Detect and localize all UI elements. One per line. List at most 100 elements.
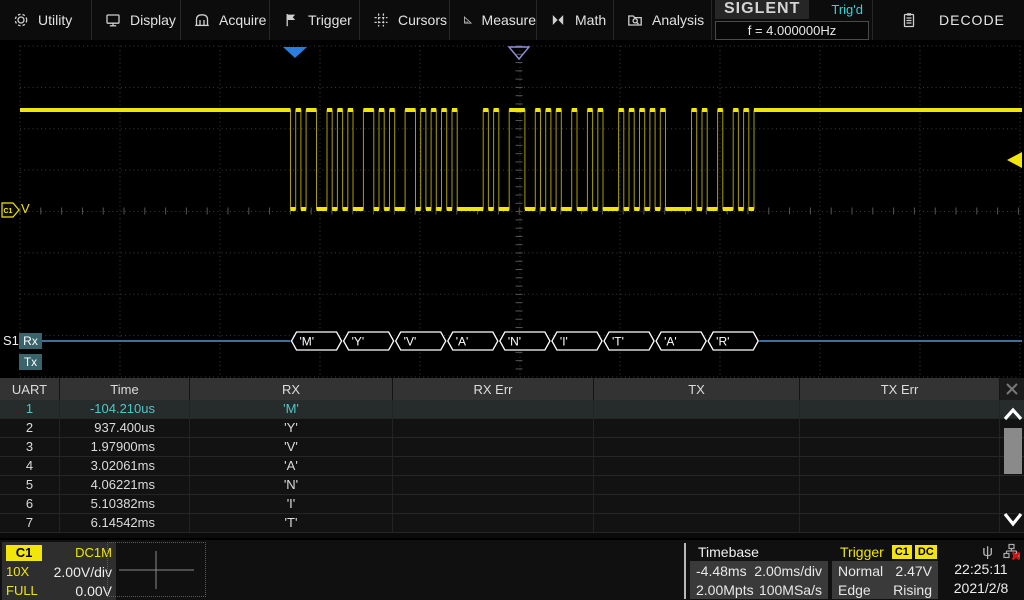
- menu-item-analysis[interactable]: Analysis: [614, 0, 712, 40]
- table-cell: 'M': [190, 400, 393, 418]
- decode-title: DECODE: [939, 12, 1005, 28]
- table-cell: 7: [0, 514, 60, 532]
- table-cell: 4.06221ms: [60, 476, 190, 494]
- table-cell: [800, 438, 1000, 456]
- table-cell: 'I': [190, 495, 393, 513]
- menu-item-display[interactable]: Display: [92, 0, 181, 40]
- menu-label: Trigger: [308, 12, 352, 28]
- menu-item-cursors[interactable]: Cursors: [360, 0, 450, 40]
- table-cell: 'T': [190, 514, 393, 532]
- delay-reference-marker[interactable]: [509, 47, 529, 59]
- close-icon: [1005, 382, 1019, 396]
- usb-icon: ψ: [982, 544, 993, 559]
- table-row[interactable]: 65.10382ms'I': [0, 495, 1024, 514]
- table-cell: 5.10382ms: [60, 495, 190, 513]
- panel-divider: [684, 543, 686, 599]
- date-display: 2021/2/8: [940, 579, 1022, 598]
- column-header-rx: RX: [190, 378, 393, 400]
- decode-box-label: 'I': [560, 335, 568, 349]
- flag-icon: [283, 12, 299, 28]
- siglent-logo: SIGLENT: [715, 0, 809, 19]
- column-header-txerr: TX Err: [800, 378, 1000, 400]
- menu-item-utility[interactable]: Utility: [0, 0, 92, 40]
- table-cell: 1.97900ms: [60, 438, 190, 456]
- scrollbar-thumb[interactable]: [1004, 428, 1022, 474]
- column-header-rxerr: RX Err: [393, 378, 594, 400]
- clock-block: ψ 22:25:11 2021/2/8: [940, 542, 1022, 600]
- table-cell: 4: [0, 457, 60, 475]
- cursors-icon: [373, 12, 389, 28]
- menu-item-math[interactable]: Math: [537, 0, 614, 40]
- acquire-icon: [194, 12, 210, 28]
- network-disconnected-icon: [1003, 543, 1020, 560]
- table-row[interactable]: 43.02061ms'A': [0, 457, 1024, 476]
- decode-table-body: 1-104.210us'M'2937.400us'Y'31.97900ms'V'…: [0, 400, 1024, 533]
- decode-box-label: 'V': [404, 335, 417, 349]
- timebase-samplerate: 100MSa/s: [759, 582, 822, 598]
- close-table-button[interactable]: [1000, 378, 1024, 400]
- channel-marker-label: C1: [4, 208, 13, 215]
- table-row[interactable]: 2937.400us'Y': [0, 419, 1024, 438]
- timebase-panel[interactable]: Timebase -4.48ms 2.00ms/div 2.00Mpts 100…: [690, 542, 828, 600]
- timebase-delay: -4.48ms: [696, 563, 747, 579]
- display-icon: [105, 12, 121, 28]
- decode-dialog-tab[interactable]: DECODE: [872, 0, 1024, 40]
- trigger-slope: Rising: [893, 582, 932, 598]
- frequency-counter: f = 4.000000Hz: [715, 21, 869, 40]
- trigger-panel[interactable]: Trigger C1 DC Normal 2.47V Edge Rising: [832, 542, 938, 600]
- table-cell: 3: [0, 438, 60, 456]
- menu-item-trigger[interactable]: Trigger: [270, 0, 360, 40]
- math-icon: [550, 12, 566, 28]
- menu-item-acquire[interactable]: Acquire: [181, 0, 270, 40]
- trigger-level-marker[interactable]: [1007, 152, 1022, 168]
- menu-item-measure[interactable]: Measure: [450, 0, 537, 40]
- table-cell: [393, 438, 594, 456]
- menu-label: Display: [130, 12, 176, 28]
- table-cell: [393, 514, 594, 532]
- chevron-up-icon: [1002, 403, 1024, 427]
- tx-bus-badge: Tx: [19, 354, 42, 370]
- channel-bandwidth: FULL: [6, 583, 38, 598]
- trigger-position-marker[interactable]: [283, 47, 307, 58]
- table-cell: [393, 457, 594, 475]
- menu-bar: Utility Display Acquire Trigger: [0, 0, 1024, 42]
- decode-table: UART Time RX RX Err TX TX Err 1-104.210u…: [0, 378, 1024, 538]
- trigger-title: Trigger: [840, 544, 884, 560]
- decode-box-label: 'A': [664, 335, 677, 349]
- waveform-display: C1'M''Y''V''A''N''I''T''A''R' V S1 Rx Tx: [0, 45, 1024, 378]
- oscilloscope-screen: Utility Display Acquire Trigger: [0, 0, 1024, 600]
- column-header-uart: UART: [0, 378, 60, 400]
- decode-box-label: 'N': [508, 335, 521, 349]
- gear-icon: [13, 12, 29, 28]
- scroll-down-button[interactable]: [1002, 506, 1024, 532]
- menu-label: Acquire: [219, 12, 266, 28]
- trigger-type: Edge: [838, 582, 871, 598]
- timebase-title: Timebase: [698, 544, 759, 560]
- table-row[interactable]: 31.97900ms'V': [0, 438, 1024, 457]
- table-cell: -104.210us: [60, 400, 190, 418]
- table-cell: [594, 400, 800, 418]
- table-cell: [800, 495, 1000, 513]
- table-row[interactable]: 1-104.210us'M': [0, 400, 1024, 419]
- column-header-tx: TX: [594, 378, 800, 400]
- scroll-up-button[interactable]: [1002, 403, 1024, 427]
- decode-box-label: 'T': [612, 335, 624, 349]
- trigger-source-badge: C1: [892, 545, 912, 559]
- decode-box-label: 'M': [300, 335, 315, 349]
- status-bar: C1 DC1M 10X 2.00V/div FULL 0.00V Timebas…: [0, 538, 1024, 600]
- empty-channel-slot[interactable]: [107, 542, 206, 597]
- table-cell: 'N': [190, 476, 393, 494]
- table-cell: 6: [0, 495, 60, 513]
- menu-label: Measure: [482, 12, 536, 28]
- table-row[interactable]: 76.14542ms'T': [0, 514, 1024, 533]
- trigger-coupling-badge: DC: [915, 545, 937, 559]
- table-cell: [800, 400, 1000, 418]
- table-cell: 'V': [190, 438, 393, 456]
- crosshair-icon: [108, 543, 205, 596]
- channel1-panel[interactable]: C1 DC1M 10X 2.00V/div FULL 0.00V: [2, 542, 116, 600]
- decode-box-label: 'R': [716, 335, 729, 349]
- clipboard-icon: [901, 12, 917, 28]
- table-row[interactable]: 54.06221ms'N': [0, 476, 1024, 495]
- trigger-mode: Normal: [838, 563, 883, 579]
- trigger-level: 2.47V: [895, 563, 932, 579]
